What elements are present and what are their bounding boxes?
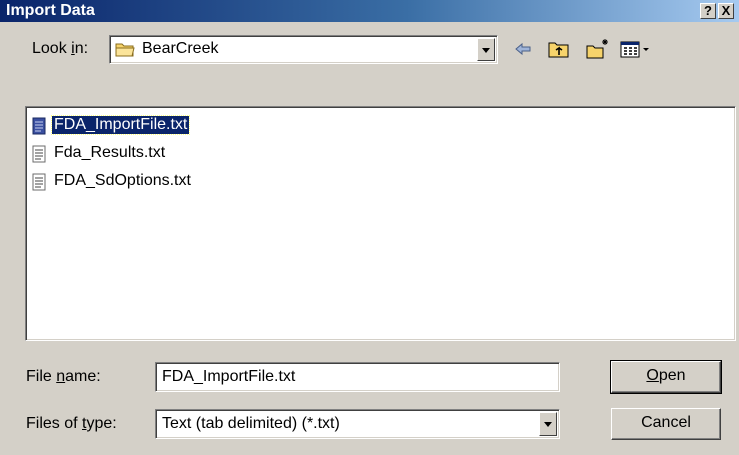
file-name-value: FDA_ImportFile.txt xyxy=(162,368,296,385)
look-in-combo[interactable]: BearCreek xyxy=(109,35,498,64)
file-type-dropdown-button[interactable] xyxy=(539,412,557,436)
view-menu-button[interactable] xyxy=(618,36,654,62)
file-name: Fda_Results.txt xyxy=(54,144,166,161)
cancel-button[interactable]: Cancel xyxy=(611,408,721,440)
back-button[interactable] xyxy=(510,36,536,62)
file-name: FDA_SdOptions.txt xyxy=(54,172,191,189)
file-name: FDA_ImportFile.txt xyxy=(50,115,191,135)
look-in-label: Look in: xyxy=(32,40,89,57)
help-button[interactable]: ? xyxy=(700,3,716,19)
up-one-level-icon xyxy=(548,42,569,58)
window-title: Import Data xyxy=(6,2,95,19)
file-type-combo[interactable]: Text (tab delimited) (*.txt) xyxy=(155,409,560,439)
title-bar[interactable]: Import Data ? X xyxy=(0,0,739,22)
up-one-level-button[interactable] xyxy=(546,36,572,62)
create-new-folder-button[interactable] xyxy=(584,36,610,62)
help-icon: ? xyxy=(704,3,712,18)
open-button[interactable]: Open xyxy=(610,360,722,394)
look-in-dropdown-button[interactable] xyxy=(477,38,495,61)
chevron-down-icon xyxy=(544,422,552,427)
text-file-icon xyxy=(32,145,46,163)
view-menu-icon xyxy=(620,41,649,58)
file-name-input[interactable]: FDA_ImportFile.txt xyxy=(155,362,560,392)
file-type-label: Files of type: xyxy=(26,415,117,432)
text-file-icon xyxy=(32,173,46,191)
close-icon: X xyxy=(721,3,731,18)
close-button[interactable]: X xyxy=(718,3,734,19)
import-data-dialog: Import Data ? X Look in: BearCreek FDA_I… xyxy=(0,0,739,455)
back-arrow-icon xyxy=(515,42,531,56)
file-type-value: Text (tab delimited) (*.txt) xyxy=(162,415,340,432)
chevron-down-icon xyxy=(482,48,490,53)
look-in-value: BearCreek xyxy=(142,40,219,57)
folder-icon xyxy=(115,43,135,57)
text-file-icon xyxy=(32,117,46,135)
file-name-label: File name: xyxy=(26,368,101,385)
file-list[interactable]: FDA_ImportFile.txt Fda_Results.txt FDA_S… xyxy=(25,106,736,341)
new-folder-icon xyxy=(586,39,608,59)
